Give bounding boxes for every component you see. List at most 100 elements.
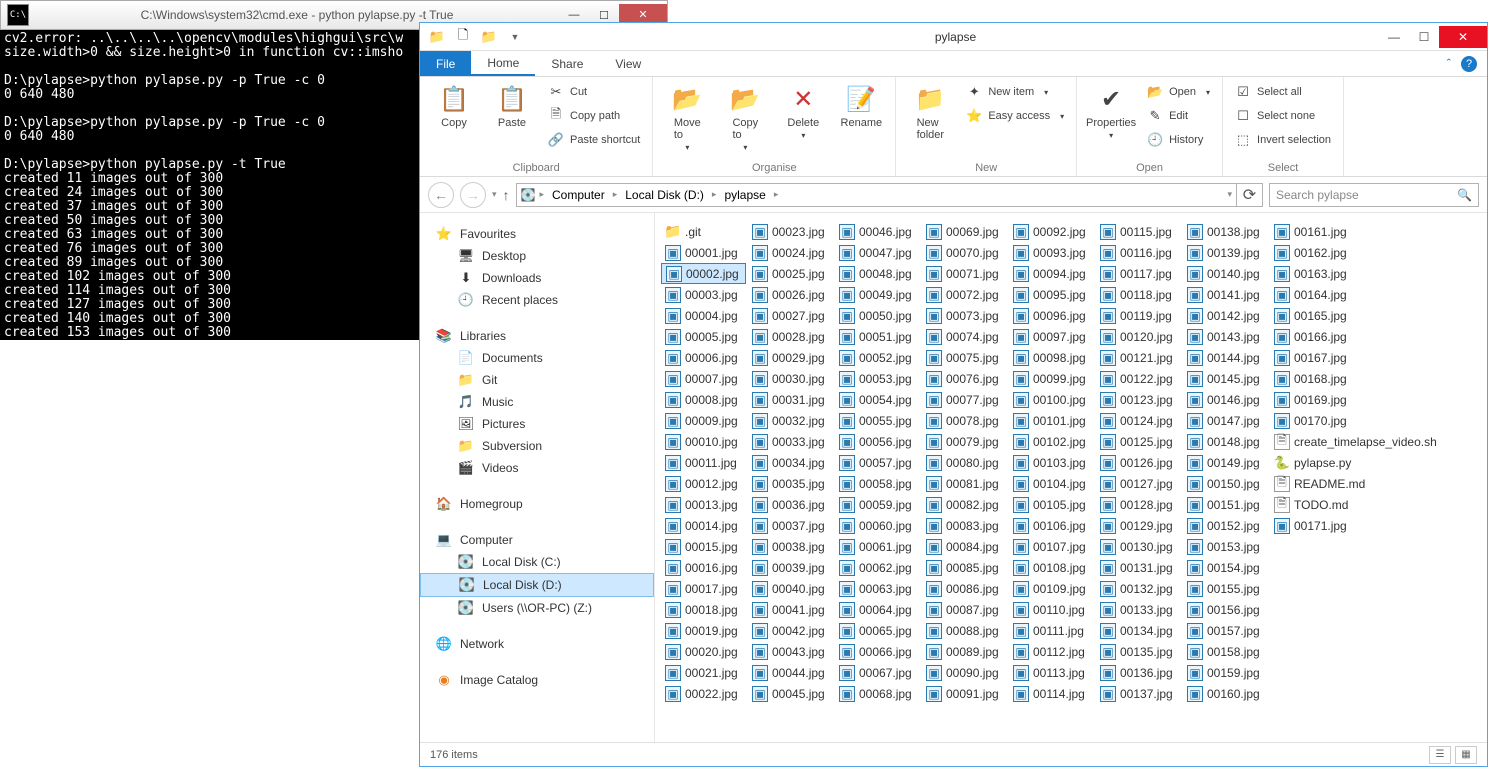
nav-libraries[interactable]: 📚Libraries bbox=[420, 325, 654, 347]
file-item[interactable]: ▣00107.jpg bbox=[1009, 536, 1094, 557]
file-item[interactable]: ▣00083.jpg bbox=[922, 515, 1007, 536]
file-item[interactable]: ▣00101.jpg bbox=[1009, 410, 1094, 431]
file-item[interactable]: ▣00054.jpg bbox=[835, 389, 920, 410]
file-item[interactable]: 📁.git bbox=[661, 221, 746, 242]
file-item[interactable]: ▣00167.jpg bbox=[1270, 347, 1355, 368]
file-item[interactable]: ▣00061.jpg bbox=[835, 536, 920, 557]
view-icons-button[interactable]: ▦ bbox=[1455, 746, 1477, 764]
file-item[interactable]: ▣00089.jpg bbox=[922, 641, 1007, 662]
help-icon[interactable]: ? bbox=[1461, 56, 1477, 72]
file-item[interactable]: ▣00011.jpg bbox=[661, 452, 746, 473]
file-item[interactable]: ▣00057.jpg bbox=[835, 452, 920, 473]
select-none-button[interactable]: ☐Select none bbox=[1231, 105, 1335, 127]
nav-item-subversion[interactable]: 📁Subversion bbox=[420, 435, 654, 457]
address-dropdown-icon[interactable]: ▾ bbox=[1227, 189, 1232, 200]
file-item[interactable]: ▣00108.jpg bbox=[1009, 557, 1094, 578]
file-item[interactable]: ▣00073.jpg bbox=[922, 305, 1007, 326]
file-item[interactable]: ▣00154.jpg bbox=[1183, 557, 1268, 578]
file-item[interactable]: ▣00113.jpg bbox=[1009, 662, 1094, 683]
file-item[interactable]: ▣00041.jpg bbox=[748, 599, 833, 620]
file-item[interactable]: ▣00019.jpg bbox=[661, 620, 746, 641]
file-item[interactable]: ▣00111.jpg bbox=[1009, 620, 1094, 641]
cut-button[interactable]: ✂Cut bbox=[544, 81, 644, 103]
file-item[interactable]: ▣00118.jpg bbox=[1096, 284, 1181, 305]
address-bar[interactable]: 💽 ▸ Computer ▸ Local Disk (D:) ▸ pylapse… bbox=[516, 183, 1237, 207]
file-item[interactable]: ▣00159.jpg bbox=[1183, 662, 1268, 683]
history-button[interactable]: 🕘History bbox=[1143, 129, 1214, 151]
file-item[interactable]: ▣00128.jpg bbox=[1096, 494, 1181, 515]
file-item[interactable]: ▣00022.jpg bbox=[661, 683, 746, 704]
file-item[interactable]: ▣00075.jpg bbox=[922, 347, 1007, 368]
file-item[interactable]: ▣00027.jpg bbox=[748, 305, 833, 326]
file-item[interactable]: ▣00014.jpg bbox=[661, 515, 746, 536]
breadcrumb[interactable]: pylapse bbox=[720, 188, 769, 202]
file-item[interactable]: ▣00069.jpg bbox=[922, 221, 1007, 242]
file-item[interactable]: ▣00134.jpg bbox=[1096, 620, 1181, 641]
view-details-button[interactable]: ☰ bbox=[1429, 746, 1451, 764]
file-item[interactable]: ▣00023.jpg bbox=[748, 221, 833, 242]
file-item[interactable]: ▣00055.jpg bbox=[835, 410, 920, 431]
recent-dropdown-icon[interactable]: ▾ bbox=[492, 189, 497, 200]
file-item[interactable]: ▣00143.jpg bbox=[1183, 326, 1268, 347]
file-item[interactable]: ▣00074.jpg bbox=[922, 326, 1007, 347]
file-item[interactable]: ▣00162.jpg bbox=[1270, 242, 1355, 263]
file-item[interactable]: ▣00097.jpg bbox=[1009, 326, 1094, 347]
file-item[interactable]: ▣00129.jpg bbox=[1096, 515, 1181, 536]
file-item[interactable]: ▣00018.jpg bbox=[661, 599, 746, 620]
file-item[interactable]: ▣00046.jpg bbox=[835, 221, 920, 242]
file-item[interactable]: ▣00002.jpg bbox=[661, 263, 746, 284]
file-item[interactable]: ▣00123.jpg bbox=[1096, 389, 1181, 410]
nav-item-disk-d[interactable]: 💽Local Disk (D:) bbox=[420, 573, 654, 597]
nav-item-disk-c[interactable]: 💽Local Disk (C:) bbox=[420, 551, 654, 573]
file-item[interactable]: ▣00116.jpg bbox=[1096, 242, 1181, 263]
nav-item-desktop[interactable]: 🖥Desktop bbox=[420, 245, 654, 267]
file-item[interactable]: ▣00157.jpg bbox=[1183, 620, 1268, 641]
file-item[interactable]: ▣00120.jpg bbox=[1096, 326, 1181, 347]
nav-image-catalog[interactable]: ◉Image Catalog bbox=[420, 669, 654, 691]
file-item[interactable]: ▣00155.jpg bbox=[1183, 578, 1268, 599]
file-item[interactable]: ▣00102.jpg bbox=[1009, 431, 1094, 452]
file-item[interactable]: ▣00035.jpg bbox=[748, 473, 833, 494]
qat-dropdown-icon[interactable]: ▼ bbox=[504, 26, 526, 48]
file-item[interactable]: ▣00090.jpg bbox=[922, 662, 1007, 683]
file-item[interactable]: ▣00031.jpg bbox=[748, 389, 833, 410]
file-item[interactable]: ▣00017.jpg bbox=[661, 578, 746, 599]
file-item[interactable]: ▣00144.jpg bbox=[1183, 347, 1268, 368]
file-item[interactable]: ▣00121.jpg bbox=[1096, 347, 1181, 368]
file-item[interactable]: ▣00160.jpg bbox=[1183, 683, 1268, 704]
file-item[interactable]: ▣00171.jpg bbox=[1270, 515, 1355, 536]
file-item[interactable]: ▣00163.jpg bbox=[1270, 263, 1355, 284]
file-item[interactable]: ▣00079.jpg bbox=[922, 431, 1007, 452]
file-item[interactable]: ▣00094.jpg bbox=[1009, 263, 1094, 284]
file-item[interactable]: ▣00058.jpg bbox=[835, 473, 920, 494]
file-item[interactable]: 🗎create_timelapse_video.sh bbox=[1270, 431, 1445, 452]
file-item[interactable]: ▣00127.jpg bbox=[1096, 473, 1181, 494]
file-item[interactable]: ▣00010.jpg bbox=[661, 431, 746, 452]
file-item[interactable]: ▣00070.jpg bbox=[922, 242, 1007, 263]
forward-button[interactable]: → bbox=[460, 182, 486, 208]
nav-favourites[interactable]: ⭐Favourites bbox=[420, 223, 654, 245]
open-button[interactable]: 📂Open▾ bbox=[1143, 81, 1214, 103]
properties-button[interactable]: ✔Properties▾ bbox=[1085, 81, 1137, 140]
file-item[interactable]: ▣00139.jpg bbox=[1183, 242, 1268, 263]
file-item[interactable]: ▣00078.jpg bbox=[922, 410, 1007, 431]
file-item[interactable]: ▣00053.jpg bbox=[835, 368, 920, 389]
file-item[interactable]: ▣00133.jpg bbox=[1096, 599, 1181, 620]
file-item[interactable]: ▣00168.jpg bbox=[1270, 368, 1355, 389]
breadcrumb[interactable]: Computer bbox=[548, 188, 609, 202]
file-item[interactable]: ▣00131.jpg bbox=[1096, 557, 1181, 578]
file-item[interactable]: ▣00037.jpg bbox=[748, 515, 833, 536]
file-item[interactable]: ▣00029.jpg bbox=[748, 347, 833, 368]
file-item[interactable]: ▣00151.jpg bbox=[1183, 494, 1268, 515]
file-item[interactable]: ▣00076.jpg bbox=[922, 368, 1007, 389]
file-item[interactable]: ▣00117.jpg bbox=[1096, 263, 1181, 284]
file-item[interactable]: ▣00038.jpg bbox=[748, 536, 833, 557]
invert-selection-button[interactable]: ⬚Invert selection bbox=[1231, 129, 1335, 151]
file-item[interactable]: ▣00016.jpg bbox=[661, 557, 746, 578]
file-item[interactable]: ▣00005.jpg bbox=[661, 326, 746, 347]
file-item[interactable]: ▣00059.jpg bbox=[835, 494, 920, 515]
tab-share[interactable]: Share bbox=[535, 51, 599, 76]
file-item[interactable]: ▣00137.jpg bbox=[1096, 683, 1181, 704]
file-item[interactable]: ▣00043.jpg bbox=[748, 641, 833, 662]
file-list[interactable]: 📁.git▣00001.jpg▣00002.jpg▣00003.jpg▣0000… bbox=[655, 213, 1487, 742]
